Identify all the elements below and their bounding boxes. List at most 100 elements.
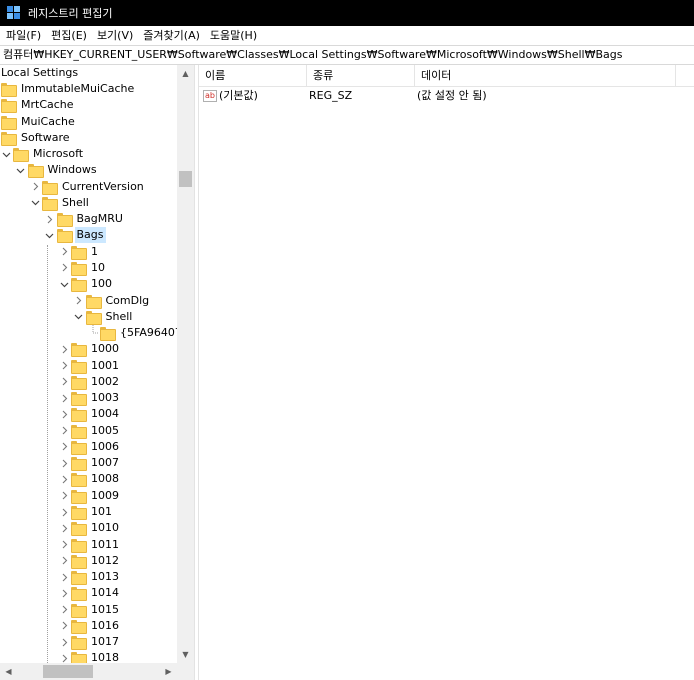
collapsed-chevron-icon[interactable] <box>59 634 69 650</box>
collapsed-chevron-icon[interactable] <box>59 471 69 487</box>
menu-view[interactable]: 보기(V) <box>92 26 138 45</box>
tree-item[interactable]: 100 <box>59 276 114 293</box>
tree-item-label: 1006 <box>91 439 119 453</box>
tree-item[interactable]: Microsoft <box>1 146 85 163</box>
key-tree[interactable]: Local Settings ImmutableMuiCache MrtCache… <box>0 65 194 680</box>
tree-item[interactable]: ImmutableMuiCache <box>1 81 136 97</box>
tree-item[interactable]: ComDlg <box>74 293 152 309</box>
tree-item[interactable]: 1007 <box>59 455 121 472</box>
regedit-app-icon <box>7 6 21 20</box>
collapsed-chevron-icon[interactable] <box>59 537 69 553</box>
tree-item[interactable]: Software <box>1 130 72 146</box>
scroll-thumb[interactable] <box>179 171 192 187</box>
collapsed-chevron-icon[interactable] <box>59 260 69 276</box>
scroll-right-arrow-icon[interactable]: ▶ <box>160 663 177 680</box>
window-title: 레지스트리 편집기 <box>28 7 113 20</box>
folder-icon <box>71 261 87 276</box>
tree-item-label: 1000 <box>91 342 119 356</box>
tree-vertical-scrollbar[interactable]: ▲ ▼ <box>177 65 194 663</box>
tree-item[interactable]: Windows <box>16 162 99 179</box>
expanded-chevron-icon[interactable] <box>1 146 11 162</box>
tree-item[interactable]: 1009 <box>59 488 121 504</box>
tree-item[interactable]: BagMRU <box>45 211 125 228</box>
scroll-thumb-horizontal[interactable] <box>43 665 93 678</box>
tree-item[interactable]: 1006 <box>59 439 121 455</box>
tree-item[interactable]: 1003 <box>59 390 121 407</box>
tree-item[interactable]: 10 <box>59 260 107 276</box>
tree-item-label: Windows <box>47 163 97 177</box>
collapsed-chevron-icon[interactable] <box>59 504 69 520</box>
collapsed-chevron-icon[interactable] <box>59 585 69 601</box>
scroll-left-arrow-icon[interactable]: ◀ <box>0 663 17 680</box>
collapsed-chevron-icon[interactable] <box>59 439 69 455</box>
collapsed-chevron-icon[interactable] <box>59 455 69 471</box>
collapsed-chevron-icon[interactable] <box>59 390 69 406</box>
tree-item[interactable]: 1010 <box>59 520 121 537</box>
tree-item[interactable]: 1013 <box>59 569 121 586</box>
scroll-up-arrow-icon[interactable]: ▲ <box>177 65 194 82</box>
menu-edit[interactable]: 편집(E) <box>46 26 92 45</box>
folder-icon <box>71 489 87 504</box>
collapsed-chevron-icon[interactable] <box>59 618 69 634</box>
collapsed-chevron-icon[interactable] <box>59 569 69 585</box>
value-row[interactable]: ab (기본값) REG_SZ (값 설정 안 됨) <box>199 87 487 105</box>
tree-item[interactable]: CurrentVersion <box>30 179 146 195</box>
tree-item[interactable]: 1001 <box>59 358 121 374</box>
column-data[interactable]: 데이터 <box>415 65 676 87</box>
collapsed-chevron-icon[interactable] <box>59 358 69 374</box>
collapsed-chevron-icon[interactable] <box>59 602 69 618</box>
tree-item[interactable]: 1014 <box>59 585 121 602</box>
collapsed-chevron-icon[interactable] <box>45 211 55 227</box>
address-bar[interactable]: 컴퓨터₩HKEY_CURRENT_USER₩Software₩Classes₩L… <box>0 45 694 65</box>
tree-item[interactable]: MrtCache <box>1 97 76 114</box>
collapsed-chevron-icon[interactable] <box>30 179 40 195</box>
expanded-chevron-icon[interactable] <box>30 195 40 211</box>
collapsed-chevron-icon[interactable] <box>59 520 69 536</box>
tree-item[interactable]: MuiCache <box>1 114 77 130</box>
tree-item-label: 1007 <box>91 456 119 470</box>
expanded-chevron-icon[interactable] <box>16 162 26 178</box>
tree-item[interactable]: 1015 <box>59 602 121 618</box>
menu-help[interactable]: 도움말(H) <box>205 26 262 45</box>
collapsed-chevron-icon[interactable] <box>74 293 84 309</box>
folder-icon <box>1 131 17 146</box>
expanded-chevron-icon[interactable] <box>45 227 55 243</box>
tree-item[interactable]: 1000 <box>59 341 121 358</box>
tree-item[interactable]: 1005 <box>59 423 121 439</box>
expanded-chevron-icon[interactable] <box>59 276 69 292</box>
tree-item[interactable]: 1016 <box>59 618 121 634</box>
column-type[interactable]: 종류 <box>307 65 415 87</box>
menu-file[interactable]: 파일(F) <box>1 26 46 45</box>
folder-icon <box>71 587 87 602</box>
collapsed-chevron-icon[interactable] <box>59 244 69 260</box>
tree-item-label: Microsoft <box>33 147 84 161</box>
tree-item[interactable]: 1012 <box>59 553 121 569</box>
tree-item[interactable]: 1008 <box>59 471 121 488</box>
collapsed-chevron-icon[interactable] <box>59 553 69 569</box>
tree-item[interactable]: Bags <box>45 227 106 244</box>
tree-item[interactable]: 1017 <box>59 634 121 651</box>
tree-item-label: Shell <box>62 195 89 209</box>
menu-favorites[interactable]: 즐겨찾기(A) <box>138 26 205 45</box>
expanded-chevron-icon[interactable] <box>74 309 84 325</box>
tree-item[interactable]: Shell <box>30 195 91 211</box>
tree-item[interactable]: Shell <box>74 309 135 325</box>
tree-item-label: 100 <box>91 277 112 291</box>
tree-item[interactable]: 101 <box>59 504 114 521</box>
column-name[interactable]: 이름 <box>199 65 307 87</box>
tree-item[interactable]: 1002 <box>59 374 121 390</box>
collapsed-chevron-icon[interactable] <box>59 341 69 357</box>
tree-top-label[interactable]: Local Settings <box>1 65 78 81</box>
value-list[interactable]: 이름 종류 데이터 ab (기본값) REG_SZ (값 설정 안 됨) <box>199 65 694 680</box>
tree-item-label: CurrentVersion <box>62 179 144 193</box>
tree-item[interactable]: 1011 <box>59 537 121 553</box>
tree-horizontal-scrollbar[interactable]: ◀ ▶ <box>0 663 177 680</box>
folder-icon <box>42 196 58 211</box>
tree-item[interactable]: 1004 <box>59 406 121 423</box>
collapsed-chevron-icon[interactable] <box>59 374 69 390</box>
collapsed-chevron-icon[interactable] <box>59 423 69 439</box>
tree-item[interactable]: 1 <box>59 244 100 260</box>
collapsed-chevron-icon[interactable] <box>59 488 69 504</box>
collapsed-chevron-icon[interactable] <box>59 406 69 422</box>
scroll-down-arrow-icon[interactable]: ▼ <box>177 646 194 663</box>
